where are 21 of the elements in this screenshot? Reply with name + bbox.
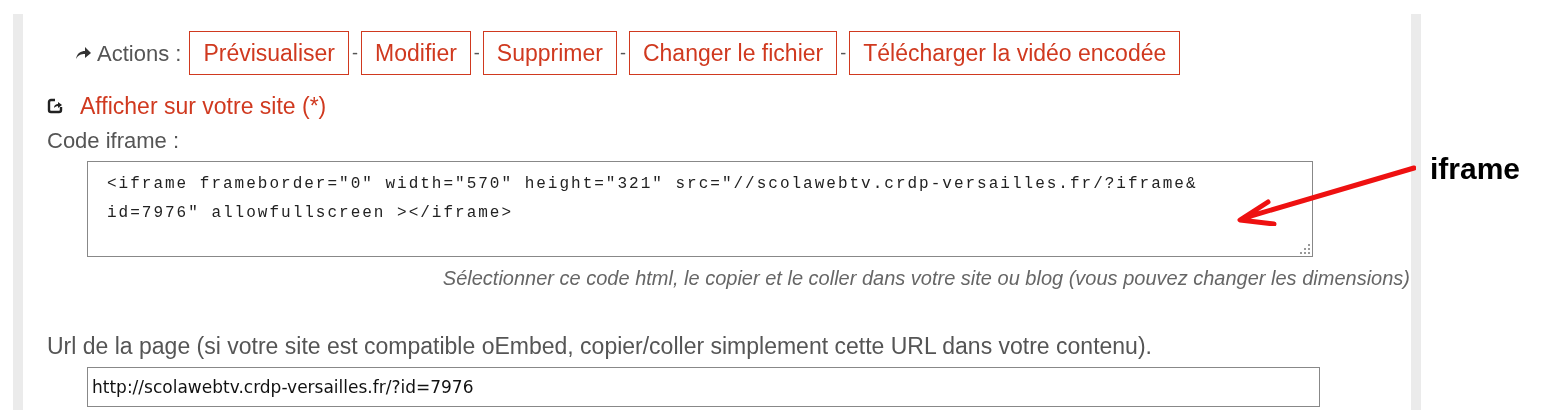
action-button[interactable]: Supprimer <box>482 31 617 75</box>
resize-grip-icon <box>1300 243 1310 254</box>
page-url-label: Url de la page (si votre site est compatible oEmbed, copier/coller simplement cette URL dans votre contenu). <box>47 331 1153 361</box>
action-button[interactable]: Changer le fichier <box>628 31 838 75</box>
separator-text: - <box>473 41 480 65</box>
iframe-code-label: Code iframe : <box>47 126 181 155</box>
separator-text: - <box>840 41 847 65</box>
annotation-label: iframe <box>1430 151 1521 187</box>
share-arrow-icon <box>75 46 91 60</box>
embed-link[interactable]: Afficher sur votre site (*) <box>80 89 327 124</box>
actions-label: Actions : <box>97 39 182 68</box>
iframe-code-text: <iframe frameborder="0" width="570" height="321" src="//scolawebtv.crdp-versailles.fr/?iframe& id=7976" allowfullscreen ></iframe> <box>107 173 1198 224</box>
action-button[interactable]: Prévisualiser <box>189 31 350 75</box>
hint-text: Sélectionner ce code html, le copier et le coller dans votre site ou blog (vous pouvez changer les dimensions) <box>442 265 1410 291</box>
external-link-icon <box>47 98 63 115</box>
action-button[interactable]: Modifier <box>361 31 471 75</box>
page-url-field[interactable]: http://scolawebtv.crdp-versailles.fr/?id=7976 <box>87 367 1320 407</box>
separator-text: - <box>352 41 359 65</box>
separator-text: - <box>619 41 626 65</box>
action-button[interactable]: Télécharger la vidéo encodée <box>849 31 1181 75</box>
iframe-code-field[interactable]: <iframe frameborder="0" width="570" height="321" src="//scolawebtv.crdp-versailles.fr/?iframe& id=7976" allowfullscreen ></iframe> <box>87 160 1313 257</box>
